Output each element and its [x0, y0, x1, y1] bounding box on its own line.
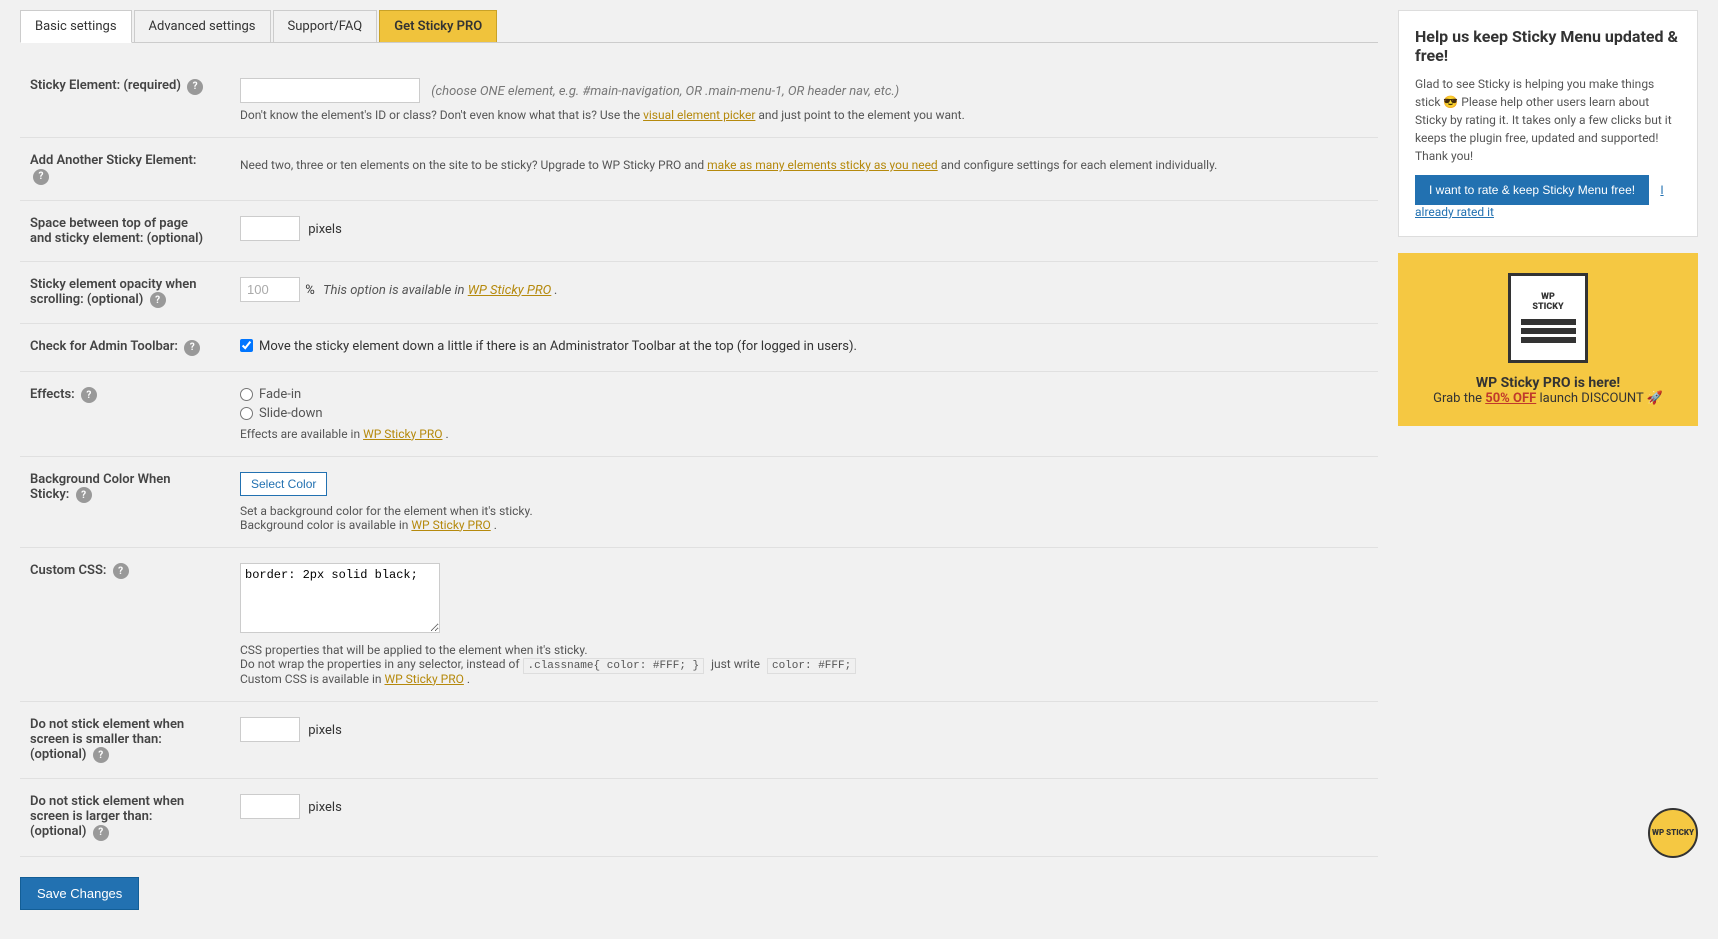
opacity-cell: % This option is available in WP Sticky … — [230, 261, 1378, 324]
opacity-input[interactable] — [240, 277, 300, 302]
sidebar-title: Help us keep Sticky Menu updated & free! — [1415, 27, 1681, 65]
space-top-unit: pixels — [308, 222, 342, 237]
effects-label: Effects: ? — [20, 371, 230, 456]
effect-fadein[interactable]: Fade-in — [240, 387, 1368, 402]
promo-sub: Grab the 50% OFF launch DISCOUNT 🚀 — [1418, 391, 1678, 406]
effects-cell: Fade-in Slide-down Effects are available… — [230, 371, 1378, 456]
sidebar-description: Glad to see Sticky is helping you make t… — [1415, 75, 1681, 165]
effects-help-icon[interactable]: ? — [81, 387, 97, 403]
rate-button[interactable]: I want to rate & keep Sticky Menu free! — [1415, 175, 1649, 205]
sticky-element-help-icon[interactable]: ? — [187, 79, 203, 95]
opacity-unit: % — [305, 283, 315, 298]
custom-css-help-icon[interactable]: ? — [113, 563, 129, 579]
promo-banner: WP STICKY WP Sticky PRO is here! Grab th… — [1398, 253, 1698, 426]
sidebar: Help us keep Sticky Menu updated & free!… — [1398, 10, 1698, 930]
custom-css-description: CSS properties that will be applied to t… — [240, 643, 1368, 686]
bg-color-pro-link[interactable]: WP Sticky PRO — [411, 518, 490, 532]
tab-get-pro[interactable]: Get Sticky PRO — [379, 10, 497, 42]
custom-css-textarea[interactable]: border: 2px solid black; — [240, 563, 440, 633]
bg-color-cell: Select Color Set a background color for … — [230, 456, 1378, 547]
custom-css-example2: color: #FFF; — [767, 658, 856, 674]
wp-sticky-fab[interactable]: WP STICKY — [1648, 808, 1698, 858]
admin-toolbar-row: Check for Admin Toolbar: ? Move the stic… — [20, 324, 1378, 372]
add-another-description: Need two, three or ten elements on the s… — [240, 158, 1368, 172]
admin-toolbar-label: Check for Admin Toolbar: ? — [20, 324, 230, 372]
effect-fadein-radio[interactable] — [240, 388, 253, 401]
admin-toolbar-help-icon[interactable]: ? — [184, 340, 200, 356]
effects-pro-notice: Effects are available in WP Sticky PRO . — [240, 427, 1368, 441]
select-color-button[interactable]: Select Color — [240, 472, 327, 496]
bg-color-help-icon[interactable]: ? — [76, 487, 92, 503]
sticky-element-row: Sticky Element: (required) ? (choose ONE… — [20, 63, 1378, 138]
add-another-label: Add Another Sticky Element: ? — [20, 138, 230, 201]
bg-color-label: Background Color When Sticky: ? — [20, 456, 230, 547]
add-another-cell: Need two, three or ten elements on the s… — [230, 138, 1378, 201]
max-screen-input[interactable] — [240, 794, 300, 819]
opacity-label: Sticky element opacity when scrolling: (… — [20, 261, 230, 324]
space-top-cell: pixels — [230, 200, 1378, 261]
effect-slidedown[interactable]: Slide-down — [240, 406, 1368, 421]
bg-color-description: Set a background color for the element w… — [240, 504, 1368, 532]
custom-css-cell: border: 2px solid black; CSS properties … — [230, 547, 1378, 701]
max-screen-row: Do not stick element when screen is larg… — [20, 779, 1378, 857]
admin-toolbar-description: Move the sticky element down a little if… — [259, 339, 857, 354]
tabs-container: Basic settings Advanced settings Support… — [20, 10, 1378, 43]
effects-row: Effects: ? Fade-in Slide-down — [20, 371, 1378, 456]
sticky-element-input[interactable] — [240, 78, 420, 103]
min-screen-input[interactable] — [240, 717, 300, 742]
custom-css-row: Custom CSS: ? border: 2px solid black; C… — [20, 547, 1378, 701]
max-screen-cell: pixels — [230, 779, 1378, 857]
add-another-row: Add Another Sticky Element: ? Need two, … — [20, 138, 1378, 201]
sidebar-rate-card: Help us keep Sticky Menu updated & free!… — [1398, 10, 1698, 237]
min-screen-label: Do not stick element when screen is smal… — [20, 701, 230, 779]
max-screen-label: Do not stick element when screen is larg… — [20, 779, 230, 857]
opacity-help-icon[interactable]: ? — [150, 292, 166, 308]
effect-slidedown-radio[interactable] — [240, 407, 253, 420]
visual-picker-link[interactable]: visual element picker — [643, 108, 755, 122]
sticky-element-label: Sticky Element: (required) ? — [20, 63, 230, 138]
promo-title: WP Sticky PRO is here! — [1418, 375, 1678, 391]
sidebar-actions: I want to rate & keep Sticky Menu free! … — [1415, 175, 1681, 220]
sticky-element-cell: (choose ONE element, e.g. #main-navigati… — [230, 63, 1378, 138]
opacity-pro-notice: This option is available in WP Sticky PR… — [323, 283, 558, 298]
bg-color-row: Background Color When Sticky: ? Select C… — [20, 456, 1378, 547]
custom-css-label: Custom CSS: ? — [20, 547, 230, 701]
sticky-element-description: Don't know the element's ID or class? Do… — [240, 108, 1368, 122]
custom-css-pro-link[interactable]: WP Sticky PRO — [384, 672, 463, 686]
tab-basic[interactable]: Basic settings — [20, 10, 132, 43]
opacity-pro-link[interactable]: WP Sticky PRO — [468, 283, 552, 298]
min-screen-cell: pixels — [230, 701, 1378, 779]
tab-support[interactable]: Support/FAQ — [273, 10, 378, 42]
sticky-element-hint: (choose ONE element, e.g. #main-navigati… — [431, 84, 899, 99]
tab-advanced[interactable]: Advanced settings — [134, 10, 271, 42]
admin-toolbar-checkbox[interactable] — [240, 339, 253, 352]
settings-form: Sticky Element: (required) ? (choose ONE… — [20, 63, 1378, 857]
min-screen-row: Do not stick element when screen is smal… — [20, 701, 1378, 779]
add-another-link[interactable]: make as many elements sticky as you need — [707, 158, 938, 172]
space-top-row: Space between top of page and sticky ele… — [20, 200, 1378, 261]
custom-css-example1: .classname{ color: #FFF; } — [523, 658, 705, 674]
opacity-row: Sticky element opacity when scrolling: (… — [20, 261, 1378, 324]
space-top-input[interactable] — [240, 216, 300, 241]
max-screen-unit: pixels — [308, 800, 342, 815]
effects-pro-link[interactable]: WP Sticky PRO — [363, 427, 442, 441]
min-screen-help-icon[interactable]: ? — [93, 747, 109, 763]
save-button[interactable]: Save Changes — [20, 877, 139, 910]
max-screen-help-icon[interactable]: ? — [93, 825, 109, 841]
promo-discount-link[interactable]: 50% OFF — [1485, 391, 1536, 406]
space-top-label: Space between top of page and sticky ele… — [20, 200, 230, 261]
min-screen-unit: pixels — [308, 723, 342, 738]
add-another-help-icon[interactable]: ? — [33, 169, 49, 185]
admin-toolbar-cell: Move the sticky element down a little if… — [230, 324, 1378, 372]
